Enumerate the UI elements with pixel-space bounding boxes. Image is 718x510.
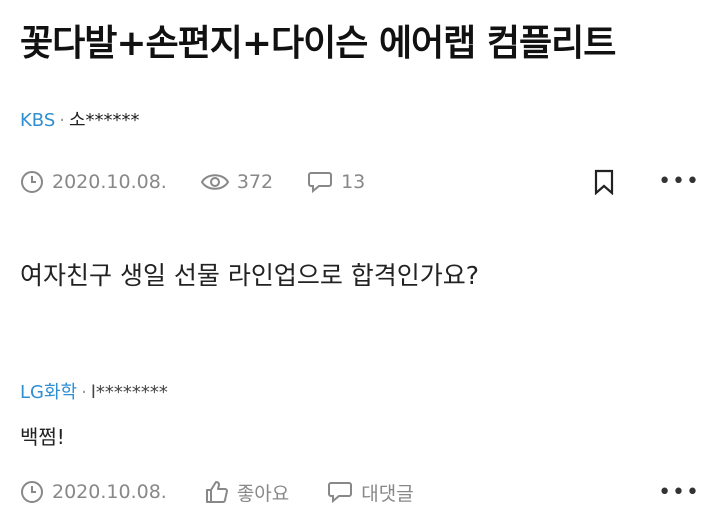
post-actions: •••	[594, 168, 700, 196]
post-author: KBS · 소******	[20, 106, 140, 132]
comment-author-separator: ·	[81, 382, 87, 403]
comment-author: LG화학 · l********	[20, 378, 168, 404]
post-body: 여자친구 생일 선물 라인업으로 합격인가요?	[20, 261, 480, 290]
comment-date: 2020.10.08.	[20, 480, 167, 504]
bookmark-icon	[594, 169, 614, 195]
like-label: 좋아요	[236, 482, 290, 505]
post-views: 372	[200, 171, 274, 193]
comment-author-name: l********	[90, 382, 168, 403]
post-comments-count: 13	[341, 171, 366, 193]
thumbs-up-icon	[205, 481, 228, 503]
author-separator: ·	[59, 110, 65, 131]
reply-button[interactable]: 대댓글	[327, 479, 414, 506]
like-button[interactable]: 좋아요	[205, 479, 289, 506]
speech-bubble-icon	[308, 172, 333, 194]
author-company-link[interactable]: KBS	[20, 110, 55, 131]
reply-label: 대댓글	[361, 482, 414, 505]
comment-more-icon[interactable]: •••	[658, 482, 700, 504]
bookmark-button[interactable]	[594, 169, 614, 195]
comment-text: 백쩜!	[20, 425, 65, 449]
clock-icon	[21, 171, 43, 193]
author-name: 소******	[69, 110, 140, 131]
comment-company-link[interactable]: LG화학	[20, 382, 77, 403]
comment-date-text: 2020.10.08.	[52, 481, 167, 503]
speech-bubble-icon	[328, 482, 353, 504]
post-meta: 2020.10.08. 372 13 •••	[20, 168, 700, 196]
eye-icon	[200, 174, 229, 190]
clock-icon	[21, 481, 43, 503]
post-date-text: 2020.10.08.	[52, 171, 167, 193]
comment-meta: 2020.10.08. 좋아요 대댓글 •••	[20, 478, 700, 506]
more-icon[interactable]: •••	[658, 171, 700, 193]
post-title: 꽃다발+손편지+다이슨 에어랩 컴플리트	[20, 23, 616, 64]
post-comments[interactable]: 13	[307, 170, 365, 194]
post-views-count: 372	[236, 171, 274, 193]
post-date: 2020.10.08.	[20, 170, 167, 194]
